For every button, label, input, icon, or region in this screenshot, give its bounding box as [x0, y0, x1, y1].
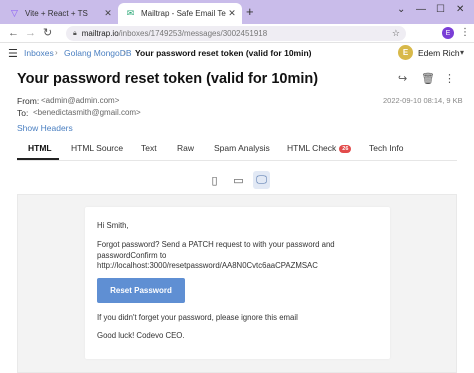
tab-html[interactable]: HTML — [28, 143, 52, 153]
tab-html-source[interactable]: HTML Source — [71, 143, 123, 153]
from-address: <admin@admin.com> — [41, 96, 120, 105]
breadcrumb-separator-icon: › — [123, 48, 126, 57]
tab-html-check[interactable]: HTML Check 26 — [287, 143, 352, 153]
browser-tab-strip: ▽ Vite + React + TS ✕ ✉ Mailtrap - Safe … — [0, 0, 474, 24]
tab-tech-info[interactable]: Tech Info — [369, 143, 404, 153]
reload-icon[interactable]: ↻ — [43, 27, 52, 39]
tab-text[interactable]: Text — [141, 143, 157, 153]
vite-icon: ▽ — [11, 8, 18, 18]
tab-html-check-label: HTML Check — [287, 143, 337, 153]
menu-icon[interactable]: ☰ — [8, 47, 18, 60]
url-input[interactable]: 🔒︎ mailtrap.io/inboxes/1749253/messages/… — [66, 26, 406, 41]
close-icon[interactable]: ✕ — [102, 8, 114, 19]
more-icon[interactable]: ⋮ — [460, 27, 470, 38]
message-subject: Your password reset token (valid for 10m… — [17, 71, 319, 87]
chevron-down-icon[interactable]: ⌄ — [397, 4, 405, 15]
back-icon[interactable]: ← — [8, 27, 19, 39]
mobile-view-icon[interactable]: ▯ — [206, 171, 223, 189]
show-headers-link[interactable]: Show Headers — [17, 123, 73, 133]
more-icon[interactable]: ⋮ — [444, 72, 455, 85]
message-date-size: 2022-09-10 08:14, 9 KB — [383, 96, 463, 105]
minimize-icon[interactable]: — — [416, 4, 426, 15]
close-icon[interactable]: ✕ — [226, 8, 238, 19]
star-icon[interactable]: ☆ — [392, 28, 400, 39]
browser-tab-title: Vite + React + TS — [25, 9, 88, 18]
browser-tab-vite[interactable]: ▽ Vite + React + TS ✕ — [2, 3, 118, 24]
email-reset-url: http://localhost:3000/resetpassword/AA8N… — [97, 261, 318, 270]
message-view-tabs: HTML HTML Source Text Raw Spam Analysis … — [17, 137, 457, 161]
breadcrumb-inboxes[interactable]: Inboxes — [24, 48, 54, 58]
browser-tab-title: Mailtrap - Safe Email Testing — [141, 9, 226, 18]
chevron-down-icon[interactable]: ▾ — [460, 48, 464, 57]
new-tab-icon[interactable]: + — [246, 5, 254, 19]
to-label: To: — [17, 108, 29, 118]
browser-tab-mailtrap[interactable]: ✉ Mailtrap - Safe Email Testing ✕ — [118, 3, 242, 24]
to-address: <benedictasmith@gmail.com> — [33, 108, 141, 117]
profile-avatar[interactable]: E — [442, 27, 454, 39]
email-signoff: Good luck! Codevo CEO. — [97, 331, 185, 340]
url-path: /inboxes/1749253/messages/3002451918 — [118, 29, 268, 38]
from-label: From: — [17, 96, 40, 106]
breadcrumb-current: Your password reset token (valid for 10m… — [135, 48, 312, 58]
mailtrap-icon: ✉ — [126, 8, 135, 18]
user-avatar[interactable]: E — [398, 45, 413, 60]
maximize-icon[interactable]: ☐ — [436, 4, 445, 15]
user-name[interactable]: Edem Rich — [418, 48, 460, 58]
app-header: ☰ Inboxes › Golang MongoDB › Your passwo… — [0, 43, 474, 64]
desktop-view-icon[interactable]: 🖵︎ — [253, 171, 270, 189]
breadcrumb-separator-icon: › — [55, 48, 58, 57]
email-greeting: Hi Smith, — [97, 221, 129, 230]
email-line: Forgot password? Send a PATCH request to… — [97, 240, 335, 249]
tab-spam-analysis[interactable]: Spam Analysis — [214, 143, 270, 153]
forward-icon[interactable]: → — [25, 27, 36, 39]
lock-icon: 🔒︎ — [73, 29, 77, 37]
close-window-icon[interactable]: ✕ — [456, 4, 464, 15]
reset-password-button[interactable]: Reset Password — [97, 278, 185, 303]
forward-icon[interactable]: ↪ — [398, 72, 407, 85]
email-ignore-line: If you didn't forget your password, plea… — [97, 313, 298, 322]
active-tab-indicator — [17, 158, 59, 160]
breadcrumb-inbox[interactable]: Golang MongoDB — [64, 48, 132, 58]
address-bar: ← → ↻ 🔒︎ mailtrap.io/inboxes/1749253/mes… — [0, 24, 474, 43]
url-host: mailtrap.io — [81, 29, 119, 38]
tab-raw[interactable]: Raw — [177, 143, 194, 153]
trash-icon[interactable]: 🗑︎ — [421, 72, 435, 85]
html-check-badge: 26 — [339, 145, 352, 153]
tablet-view-icon[interactable]: ▭ — [230, 171, 247, 189]
